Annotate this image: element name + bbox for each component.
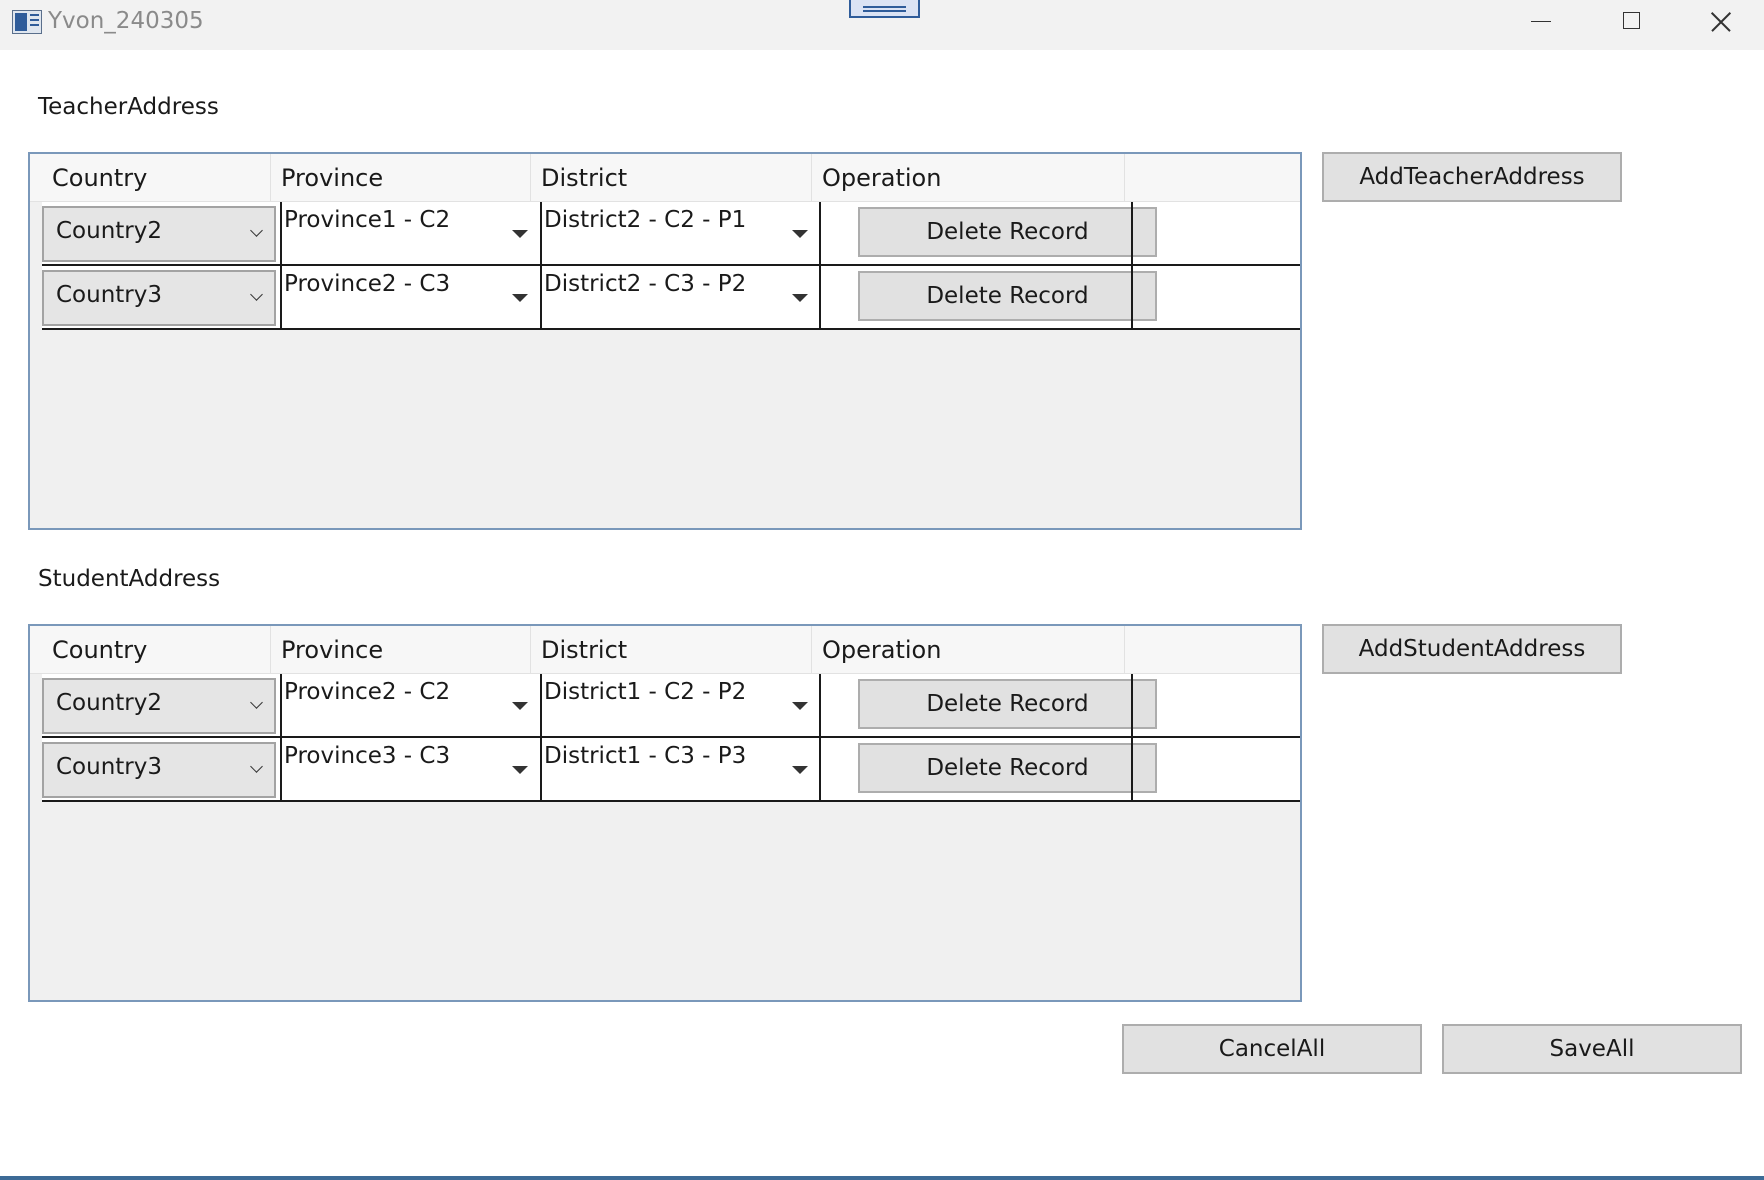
province-select-value: Province2 - C2 — [284, 679, 451, 705]
window-bottom-border — [0, 1176, 1764, 1180]
minimize-button[interactable] — [1501, 0, 1581, 44]
province-select[interactable]: Province3 - C3 — [282, 738, 540, 800]
country-dropdown[interactable]: Country3 — [42, 742, 276, 798]
caret-down-icon — [792, 294, 808, 302]
delete-record-button[interactable]: Delete Record — [858, 271, 1157, 321]
district-select-value: District2 - C2 - P1 — [544, 207, 747, 233]
country-dropdown-value: Country2 — [56, 218, 163, 244]
column-header-district[interactable]: District — [531, 626, 812, 674]
drag-handle-icon[interactable] — [849, 0, 920, 18]
chevron-down-icon — [250, 288, 263, 301]
table-row[interactable]: Country3 Province3 - C3 District1 - C3 -… — [42, 738, 1300, 802]
student-address-label: StudentAddress — [38, 566, 221, 592]
cell-divider — [819, 674, 821, 736]
district-select[interactable]: District1 - C3 - P3 — [542, 738, 819, 800]
close-button[interactable] — [1684, 0, 1764, 44]
province-select-value: Province3 - C3 — [284, 743, 451, 769]
table-row[interactable]: Country3 Province2 - C3 District2 - C3 -… — [42, 266, 1300, 330]
column-header-operation[interactable]: Operation — [812, 154, 1125, 202]
caret-down-icon — [512, 702, 528, 710]
delete-record-button[interactable]: Delete Record — [858, 679, 1157, 729]
save-all-button[interactable]: SaveAll — [1442, 1024, 1742, 1074]
cell-divider — [1131, 202, 1133, 264]
cell-divider — [1131, 266, 1133, 328]
caret-down-icon — [512, 294, 528, 302]
delete-record-button[interactable]: Delete Record — [858, 743, 1157, 793]
chevron-down-icon — [250, 224, 263, 237]
maximize-button[interactable] — [1591, 0, 1671, 44]
column-header-province[interactable]: Province — [271, 626, 531, 674]
student-address-grid[interactable]: Country Province District Operation Coun… — [28, 624, 1302, 1002]
column-header-country[interactable]: Country — [42, 626, 271, 674]
cell-divider — [819, 738, 821, 800]
province-select-value: Province1 - C2 — [284, 207, 451, 233]
district-select[interactable]: District2 - C2 - P1 — [542, 202, 819, 264]
cell-divider — [819, 202, 821, 264]
grid-header: Country Province District Operation — [30, 154, 1300, 202]
district-select-value: District1 - C3 - P3 — [544, 743, 747, 769]
teacher-address-grid[interactable]: Country Province District Operation Coun… — [28, 152, 1302, 530]
province-select-value: Province2 - C3 — [284, 271, 451, 297]
country-dropdown[interactable]: Country2 — [42, 678, 276, 734]
caret-down-icon — [792, 702, 808, 710]
district-select[interactable]: District2 - C3 - P2 — [542, 266, 819, 328]
country-dropdown[interactable]: Country2 — [42, 206, 276, 262]
window-app-icon — [12, 10, 42, 34]
cell-divider — [1131, 674, 1133, 736]
cell-divider — [819, 266, 821, 328]
column-header-province[interactable]: Province — [271, 154, 531, 202]
column-header-country[interactable]: Country — [42, 154, 271, 202]
title-bar[interactable]: Yvon_240305 — [0, 0, 1764, 50]
table-row[interactable]: Country2 Province1 - C2 District2 - C2 -… — [42, 202, 1300, 266]
caret-down-icon — [512, 766, 528, 774]
country-dropdown-value: Country3 — [56, 282, 163, 308]
caret-down-icon — [512, 230, 528, 238]
country-dropdown-value: Country3 — [56, 754, 163, 780]
caret-down-icon — [792, 230, 808, 238]
window-title: Yvon_240305 — [48, 8, 204, 34]
district-select-value: District2 - C3 - P2 — [544, 271, 747, 297]
province-select[interactable]: Province2 - C3 — [282, 266, 540, 328]
chevron-down-icon — [250, 760, 263, 773]
table-row[interactable]: Country2 Province2 - C2 District1 - C2 -… — [42, 674, 1300, 738]
cancel-all-button[interactable]: CancelAll — [1122, 1024, 1422, 1074]
column-header-district[interactable]: District — [531, 154, 812, 202]
add-student-address-button[interactable]: AddStudentAddress — [1322, 624, 1622, 674]
province-select[interactable]: Province2 - C2 — [282, 674, 540, 736]
chevron-down-icon — [250, 696, 263, 709]
country-dropdown[interactable]: Country3 — [42, 270, 276, 326]
cell-divider — [1131, 738, 1133, 800]
delete-record-button[interactable]: Delete Record — [858, 207, 1157, 257]
grid-header: Country Province District Operation — [30, 626, 1300, 674]
country-dropdown-value: Country2 — [56, 690, 163, 716]
add-teacher-address-button[interactable]: AddTeacherAddress — [1322, 152, 1622, 202]
teacher-address-label: TeacherAddress — [38, 94, 219, 120]
district-select-value: District1 - C2 - P2 — [544, 679, 747, 705]
province-select[interactable]: Province1 - C2 — [282, 202, 540, 264]
column-header-operation[interactable]: Operation — [812, 626, 1125, 674]
district-select[interactable]: District1 - C2 - P2 — [542, 674, 819, 736]
caret-down-icon — [792, 766, 808, 774]
